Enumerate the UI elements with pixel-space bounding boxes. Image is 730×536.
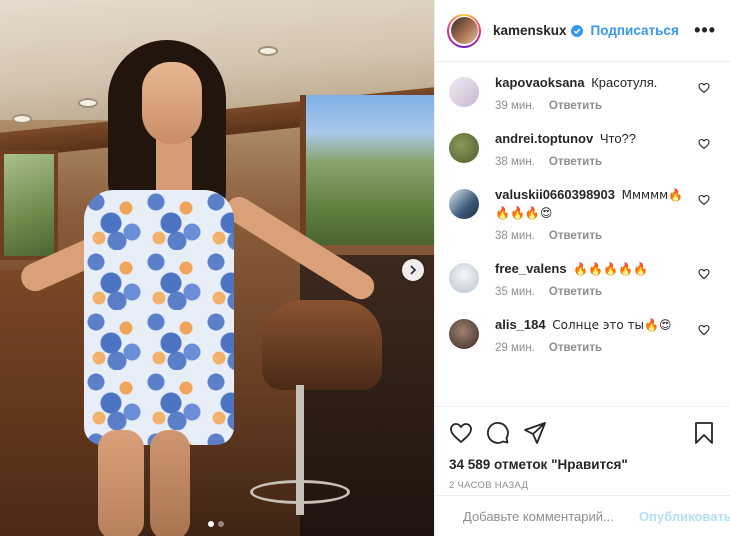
photo-neck (156, 138, 192, 198)
verified-badge-icon (570, 24, 583, 37)
like-comment-heart-icon[interactable] (698, 268, 710, 280)
comment-bubble-icon[interactable] (486, 421, 510, 445)
photo-stool-base (250, 480, 350, 504)
photo-leg (150, 430, 190, 536)
comment-text-line: alis_184 Солнце это ты🔥😍 (495, 316, 687, 334)
reply-button[interactable]: Ответить (549, 230, 602, 242)
carousel-dots (208, 521, 224, 527)
comment-avatar[interactable] (449, 77, 479, 107)
more-options-icon[interactable]: ••• (694, 20, 716, 41)
comment-time[interactable]: 39 мин. (495, 100, 535, 112)
comment-item: andrei.toptunov Что?? 38 мин. Ответить (449, 130, 714, 168)
photo-ceiling-light (78, 98, 98, 108)
comment-time[interactable]: 29 мин. (495, 342, 535, 354)
like-comment-heart-icon[interactable] (698, 138, 710, 150)
comment-text-line: kapovaoksana Красотуля. (495, 74, 687, 92)
reply-button[interactable]: Ответить (549, 286, 602, 298)
publish-button[interactable]: Опубликовать (639, 509, 730, 524)
action-buttons-row (449, 417, 716, 449)
chevron-right-icon (410, 265, 417, 275)
post-header: kamenskux Подписаться ••• (435, 0, 730, 62)
comment-username[interactable]: kapovaoksana (495, 75, 585, 90)
comment-username[interactable]: valuskii0660398903 (495, 187, 615, 202)
photo-ceiling-light (12, 114, 32, 124)
comment-meta: 38 мин. Ответить (495, 230, 687, 242)
comment-meta: 35 мин. Ответить (495, 286, 687, 298)
author-avatar-frame (449, 15, 479, 46)
comment-text: 🔥🔥🔥🔥🔥 (573, 262, 648, 276)
follow-button[interactable]: Подписаться (591, 23, 679, 38)
reply-button[interactable]: Ответить (549, 100, 602, 112)
reply-button[interactable]: Ответить (549, 342, 602, 354)
comment-avatar[interactable] (449, 189, 479, 219)
photo-ceiling-light (258, 46, 278, 56)
comment-item: valuskii0660398903 Ммммм🔥🔥🔥🔥😍 38 мин. От… (449, 186, 714, 242)
comment-text: Красотуля. (591, 75, 658, 90)
photo-leg (98, 430, 144, 536)
like-heart-icon[interactable] (449, 421, 473, 445)
like-comment-heart-icon[interactable] (698, 324, 710, 336)
photo-dress (84, 190, 234, 445)
comment-text: Что?? (599, 131, 637, 146)
author-avatar[interactable] (447, 13, 481, 48)
comment-meta: 29 мин. Ответить (495, 342, 687, 354)
comment-text-line: free_valens 🔥🔥🔥🔥🔥 (495, 260, 687, 278)
add-comment-bar: Опубликовать (435, 495, 730, 536)
comment-time[interactable]: 38 мин. (495, 230, 535, 242)
comment-avatar[interactable] (449, 263, 479, 293)
comment-item: kapovaoksana Красотуля. 39 мин. Ответить (449, 74, 714, 112)
comments-list[interactable]: kapovaoksana Красотуля. 39 мин. Ответить… (435, 62, 730, 406)
reply-button[interactable]: Ответить (549, 156, 602, 168)
post-timestamp[interactable]: 2 часов назад (449, 480, 716, 491)
comment-meta: 38 мин. Ответить (495, 156, 687, 168)
author-avatar-image (450, 17, 478, 44)
comment-username[interactable]: andrei.toptunov (495, 131, 593, 146)
comment-time[interactable]: 38 мин. (495, 156, 535, 168)
like-comment-heart-icon[interactable] (698, 82, 710, 94)
comment-meta: 39 мин. Ответить (495, 100, 687, 112)
photo-window-right (300, 95, 434, 245)
comment-username[interactable]: alis_184 (495, 317, 546, 332)
comment-text-line: andrei.toptunov Что?? (495, 130, 687, 148)
bookmark-icon[interactable] (692, 421, 716, 445)
comment-item: alis_184 Солнце это ты🔥😍 29 мин. Ответит… (449, 316, 714, 354)
carousel-dot-active (208, 521, 214, 527)
comment-text: Солнце это ты🔥😍 (552, 318, 672, 332)
comment-time[interactable]: 35 мин. (495, 286, 535, 298)
comment-input[interactable] (463, 508, 639, 524)
photo-window-left (0, 150, 58, 260)
comment-item: free_valens 🔥🔥🔥🔥🔥 35 мин. Ответить (449, 260, 714, 298)
post-photo[interactable] (0, 0, 434, 536)
share-paper-plane-icon[interactable] (523, 421, 547, 445)
likes-count[interactable]: 34 589 отметок "Нравится" (449, 457, 716, 472)
photo-face (142, 62, 202, 144)
comment-username[interactable]: free_valens (495, 261, 567, 276)
carousel-next-button[interactable] (402, 259, 424, 281)
like-comment-heart-icon[interactable] (698, 194, 710, 206)
carousel-dot (218, 521, 224, 527)
comment-avatar[interactable] (449, 319, 479, 349)
post-side-panel: kamenskux Подписаться ••• kapovaoksana К… (434, 0, 730, 536)
author-username[interactable]: kamenskux (493, 23, 567, 38)
comment-avatar[interactable] (449, 133, 479, 163)
comment-text-line: valuskii0660398903 Ммммм🔥🔥🔥🔥😍 (495, 186, 687, 222)
photo-seat (262, 300, 382, 390)
